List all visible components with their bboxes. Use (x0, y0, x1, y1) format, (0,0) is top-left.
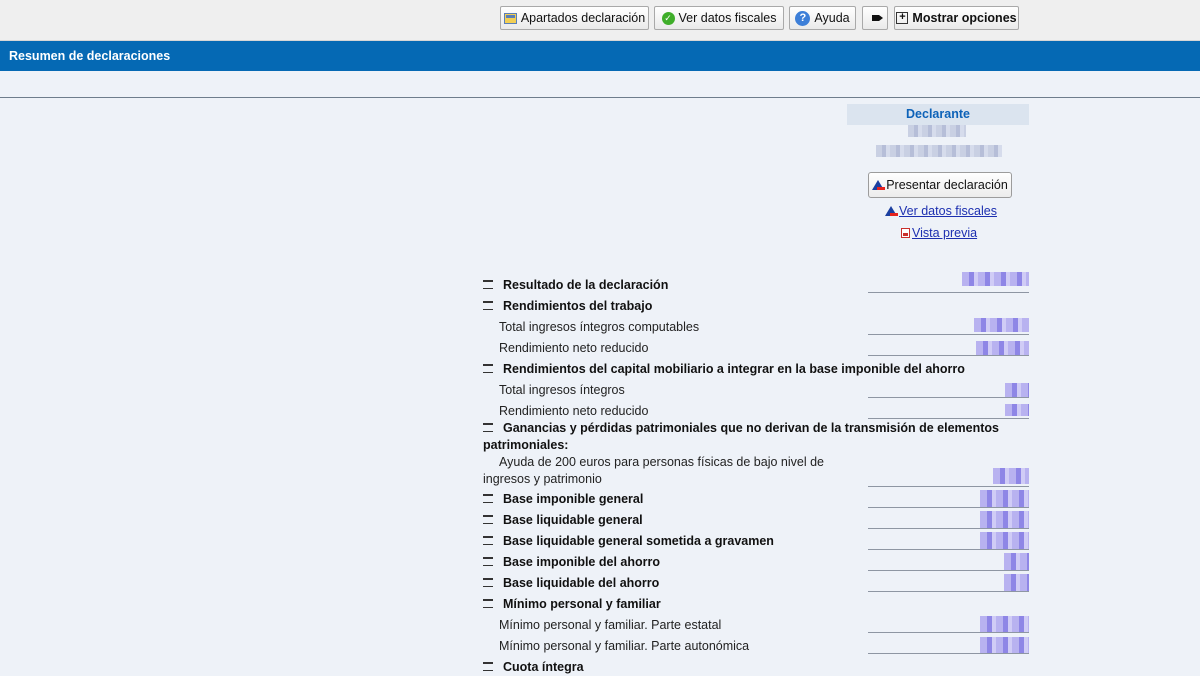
mostrar-opciones-label: Mostrar opciones (912, 11, 1017, 25)
summary-item: Rendimiento neto reducido (499, 341, 649, 355)
summary-item: Ayuda de 200 euros para personas físicas… (499, 455, 824, 469)
ver-datos-fiscales-link[interactable]: Ver datos fiscales (885, 204, 997, 218)
ver-datos-fiscales-button[interactable]: ✓ Ver datos fiscales (654, 6, 784, 30)
value-redacted (1004, 574, 1029, 591)
declarante-heading: Declarante (847, 104, 1029, 125)
summary-heading-continued: patrimoniales: (483, 438, 569, 452)
value-redacted (980, 511, 1029, 529)
collapse-icon (483, 515, 493, 525)
value-underline (868, 507, 1029, 508)
summary-heading[interactable]: Rendimientos del trabajo (483, 298, 652, 315)
value-redacted (1005, 383, 1029, 397)
declarante-name-redacted (876, 145, 1002, 157)
value-redacted (980, 532, 1029, 549)
value-redacted (993, 468, 1029, 484)
value-redacted (976, 341, 1029, 355)
collapse-icon (483, 599, 493, 609)
value-underline (868, 528, 1029, 529)
collapse-icon (483, 494, 493, 504)
form-icon (503, 12, 517, 24)
summary-item: Rendimiento neto reducido (499, 404, 649, 418)
top-toolbar: Apartados declaración ✓ Ver datos fiscal… (0, 0, 1200, 41)
summary-item: Mínimo personal y familiar. Parte autonó… (499, 639, 750, 653)
value-underline (868, 591, 1029, 592)
ver-datos-label: Ver datos fiscales (678, 11, 777, 25)
presentar-label: Presentar declaración (886, 178, 1008, 192)
value-underline (868, 653, 1029, 654)
collapse-icon (483, 423, 493, 433)
summary-heading[interactable]: Ganancias y pérdidas patrimoniales que n… (483, 420, 999, 437)
summary-item-continued: ingresos y patrimonio (483, 472, 602, 486)
collapse-icon (483, 578, 493, 588)
vista-previa-link[interactable]: Vista previa (901, 226, 977, 240)
value-underline (868, 570, 1029, 571)
video-button[interactable] (862, 6, 888, 30)
page-title: Resumen de declaraciones (0, 41, 1200, 71)
value-underline (868, 632, 1029, 633)
value-underline (868, 549, 1029, 550)
collapse-icon (483, 662, 493, 672)
value-redacted (962, 272, 1029, 286)
pdf-icon (901, 228, 910, 238)
value-redacted (1004, 553, 1029, 570)
value-redacted (980, 490, 1029, 508)
mostrar-opciones-button[interactable]: + Mostrar opciones (894, 6, 1019, 30)
summary-heading[interactable]: Rendimientos del capital mobiliario a in… (483, 361, 965, 378)
check-icon: ✓ (661, 11, 675, 25)
ayuda-label: Ayuda (814, 11, 850, 25)
help-icon: ? (795, 10, 811, 26)
value-underline (868, 418, 1029, 419)
vista-previa-label: Vista previa (912, 226, 978, 240)
aeat-logo-icon (885, 206, 898, 216)
value-underline (868, 355, 1029, 356)
value-underline (868, 486, 1029, 487)
summary-item: Total ingresos íntegros (499, 383, 625, 397)
value-redacted (974, 318, 1029, 332)
summary-heading[interactable]: Cuota íntegra (483, 659, 584, 676)
plus-icon: + (896, 12, 909, 24)
value-underline (868, 397, 1029, 398)
presentar-declaracion-button[interactable]: Presentar declaración (868, 172, 1012, 198)
summary-item: Total ingresos íntegros computables (499, 320, 700, 334)
summary-item: Mínimo personal y familiar. Parte estata… (499, 618, 722, 632)
divider (0, 97, 1200, 98)
collapse-icon (483, 557, 493, 567)
value-underline (868, 292, 1029, 293)
summary-heading[interactable]: Resultado de la declaración (483, 277, 668, 294)
apartados-label: Apartados declaración (520, 11, 646, 25)
video-camera-icon (871, 15, 883, 21)
collapse-icon (483, 364, 493, 374)
aeat-logo-icon (872, 180, 886, 190)
apartados-declaracion-button[interactable]: Apartados declaración (500, 6, 649, 30)
value-redacted (980, 616, 1029, 632)
summary-heading[interactable]: Base imponible del ahorro (483, 554, 660, 571)
summary-heading[interactable]: Mínimo personal y familiar (483, 596, 661, 613)
summary-heading[interactable]: Base liquidable del ahorro (483, 575, 659, 592)
collapse-icon (483, 280, 493, 290)
value-redacted (980, 637, 1029, 653)
value-underline (868, 334, 1029, 335)
declarante-nif-redacted (908, 125, 966, 137)
ver-datos-link-label: Ver datos fiscales (899, 204, 997, 218)
value-redacted (1005, 404, 1029, 416)
summary-heading[interactable]: Base liquidable general (483, 512, 643, 529)
collapse-icon (483, 301, 493, 311)
collapse-icon (483, 536, 493, 546)
summary-heading[interactable]: Base imponible general (483, 491, 643, 508)
summary-heading[interactable]: Base liquidable general sometida a grava… (483, 533, 774, 550)
ayuda-button[interactable]: ? Ayuda (789, 6, 856, 30)
